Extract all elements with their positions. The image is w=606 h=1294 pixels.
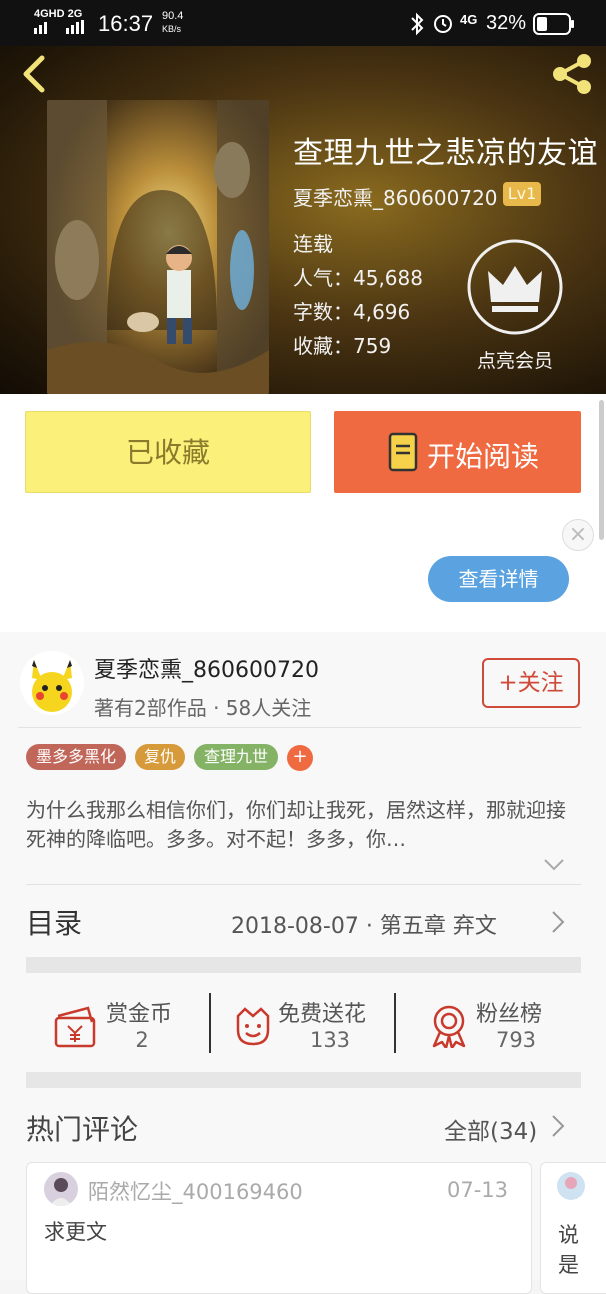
all-comments-link[interactable]: 全部(34) bbox=[444, 1112, 537, 1146]
fan-ranking-value: 793 bbox=[495, 1028, 537, 1052]
add-tag-button[interactable]: + bbox=[287, 745, 313, 771]
author-stats: 著有2部作品 · 58人关注 bbox=[94, 696, 312, 720]
divider bbox=[209, 993, 211, 1053]
follow-button[interactable]: +关注 bbox=[482, 658, 580, 708]
divider bbox=[18, 727, 581, 728]
popularity-label: 人气： bbox=[293, 266, 353, 290]
book-author[interactable]: 夏季恋熏_860600720 bbox=[293, 182, 498, 211]
favorites-value: 759 bbox=[353, 334, 392, 358]
divider bbox=[26, 884, 581, 885]
reward-coins-value: 2 bbox=[135, 1028, 149, 1052]
scrollbar[interactable] bbox=[599, 400, 604, 540]
free-flowers-label: 免费送花 bbox=[278, 1002, 367, 1027]
tag-chip[interactable]: 墨多多黑化 bbox=[26, 744, 126, 770]
view-details-button[interactable]: 查看详情 bbox=[428, 556, 569, 602]
crown-icon[interactable] bbox=[466, 238, 564, 336]
reward-coins-item[interactable]: 赏金币 2 bbox=[52, 992, 202, 1054]
book-icon bbox=[388, 432, 418, 472]
author-level-badge: Lv1 bbox=[503, 182, 541, 206]
word-count-label: 字数： bbox=[293, 300, 353, 324]
free-flowers-value: 133 bbox=[309, 1028, 351, 1052]
bluetooth-icon bbox=[411, 12, 424, 36]
commenter-name[interactable]: 陌然忆尘_400169460 bbox=[88, 1176, 303, 1206]
tag-chip[interactable]: 查理九世 bbox=[194, 744, 278, 770]
word-count-row: 字数：4,696 bbox=[293, 296, 410, 325]
divider bbox=[394, 993, 396, 1053]
chevron-right-icon[interactable] bbox=[551, 910, 565, 934]
vip-label[interactable]: 点亮会员 bbox=[466, 346, 564, 373]
net-speed-unit: KB/s bbox=[162, 24, 182, 34]
book-title: 查理九世之悲凉的友谊 bbox=[293, 136, 598, 171]
tag-chip[interactable]: 复仇 bbox=[135, 744, 185, 770]
signal-bars-icon bbox=[34, 20, 84, 34]
free-flowers-item[interactable]: 免费送花 133 bbox=[230, 992, 390, 1054]
status-bar: 4GHD 2G 16:37 90.4 KB/s 4G 32% bbox=[0, 0, 606, 46]
section-divider bbox=[26, 1072, 581, 1088]
serial-status: 连载 bbox=[293, 232, 333, 256]
network-indicator: 4GHD 2G bbox=[34, 8, 83, 20]
clock: 16:37 bbox=[98, 11, 154, 36]
fan-ranking-item[interactable]: 粉丝榜 793 bbox=[426, 992, 566, 1054]
comment-date: 07-13 bbox=[447, 1178, 509, 1202]
popularity-value: 45,688 bbox=[353, 266, 423, 290]
toc-label[interactable]: 目录 bbox=[26, 902, 82, 942]
comment-text: 说是 bbox=[558, 1223, 579, 1277]
alarm-icon bbox=[434, 15, 452, 33]
battery-percent: 32% bbox=[486, 12, 527, 34]
popularity-row: 人气：45,688 bbox=[293, 262, 423, 291]
comment-text: 求更文 bbox=[44, 1220, 107, 1244]
battery-icon bbox=[533, 13, 574, 35]
chevron-right-icon[interactable] bbox=[551, 1114, 565, 1138]
medal-icon bbox=[432, 1005, 466, 1048]
section-divider bbox=[26, 957, 581, 973]
commenter-avatar[interactable] bbox=[557, 1172, 585, 1200]
fan-ranking-label: 粉丝榜 bbox=[476, 1002, 543, 1027]
flower-icon bbox=[236, 1007, 270, 1046]
reward-coins-label: 赏金币 bbox=[106, 1002, 173, 1027]
author-name[interactable]: 夏季恋熏_860600720 bbox=[94, 652, 319, 684]
favorites-row: 收藏：759 bbox=[293, 330, 391, 359]
mobile-data-indicator: 4G bbox=[460, 12, 478, 27]
commenter-avatar[interactable] bbox=[44, 1172, 78, 1206]
latest-chapter[interactable]: 2018-08-07 · 第五章 弃文 bbox=[231, 908, 497, 940]
share-icon[interactable] bbox=[548, 50, 596, 98]
start-reading-button[interactable]: 开始阅读 bbox=[334, 411, 581, 493]
collected-button[interactable]: 已收藏 bbox=[25, 411, 311, 493]
book-description[interactable]: 为什么我那么相信你们，你们却让我死，居然这样，那就迎接死神的降临吧。多多。对不起… bbox=[26, 796, 571, 854]
book-cover-image[interactable] bbox=[47, 100, 269, 394]
hot-comments-title: 热门评论 bbox=[26, 1113, 139, 1146]
net-speed-value: 90.4 bbox=[162, 10, 184, 22]
ad-close-icon[interactable]: × bbox=[562, 519, 594, 551]
favorites-label: 收藏： bbox=[293, 334, 353, 358]
start-reading-label: 开始阅读 bbox=[427, 440, 540, 473]
back-arrow-icon[interactable] bbox=[16, 52, 56, 96]
author-avatar[interactable] bbox=[20, 650, 84, 716]
chevron-down-icon[interactable] bbox=[543, 858, 565, 872]
red-envelope-icon bbox=[54, 1006, 96, 1048]
word-count-value: 4,696 bbox=[353, 300, 411, 324]
